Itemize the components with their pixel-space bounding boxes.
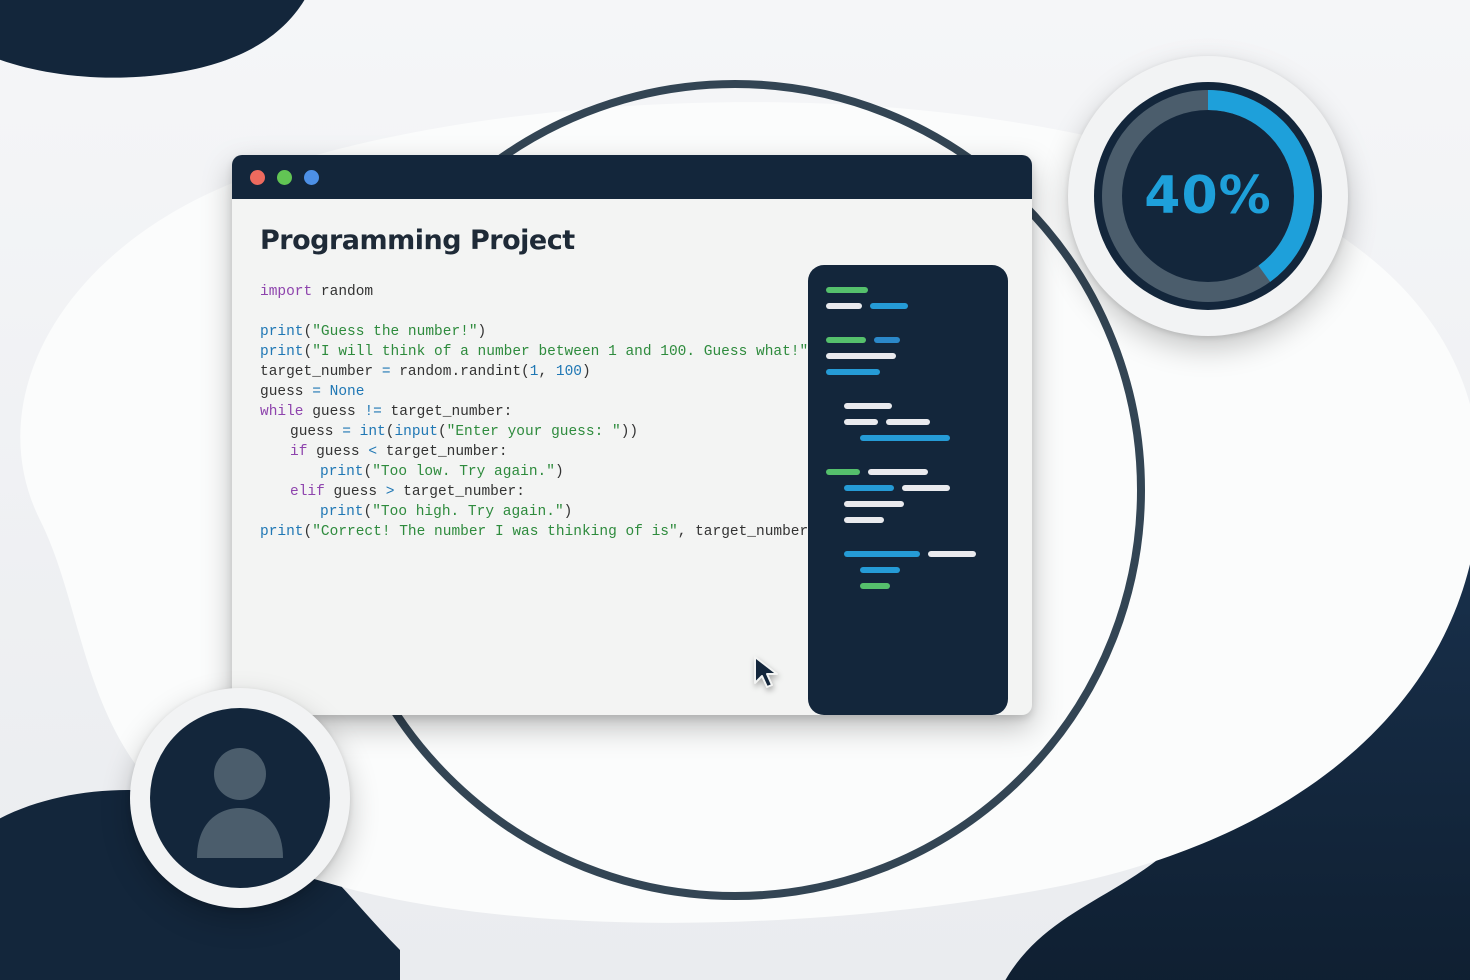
minimize-window-button[interactable]	[277, 170, 292, 185]
code-minimap[interactable]	[808, 265, 1008, 715]
minimap-row	[826, 583, 990, 589]
stage: Programming Project import random print(…	[0, 0, 1470, 980]
window-titlebar	[232, 155, 1032, 199]
minimap-row	[826, 435, 990, 441]
cursor-icon	[752, 655, 784, 689]
minimap-row	[826, 337, 990, 343]
progress-badge-inner: 40%	[1094, 82, 1322, 310]
user-icon	[185, 738, 295, 858]
window-body: Programming Project import random print(…	[232, 199, 1032, 715]
minimap-row	[826, 567, 990, 573]
minimap-row	[826, 287, 990, 293]
progress-ring-icon	[1094, 82, 1322, 310]
close-window-button[interactable]	[250, 170, 265, 185]
minimap-row	[826, 501, 990, 507]
minimap-row	[826, 469, 990, 475]
minimap-row	[826, 303, 990, 309]
minimap-row	[826, 419, 990, 425]
avatar-inner	[150, 708, 330, 888]
maximize-window-button[interactable]	[304, 170, 319, 185]
editor-window: Programming Project import random print(…	[232, 155, 1032, 715]
minimap-row	[826, 551, 990, 557]
progress-badge: 40%	[1068, 56, 1348, 336]
minimap-row	[826, 369, 990, 375]
page-title: Programming Project	[260, 225, 1004, 256]
minimap-row	[826, 485, 990, 491]
minimap-row	[826, 517, 990, 523]
minimap-row	[826, 403, 990, 409]
avatar-badge	[130, 688, 350, 908]
minimap-row	[826, 353, 990, 359]
